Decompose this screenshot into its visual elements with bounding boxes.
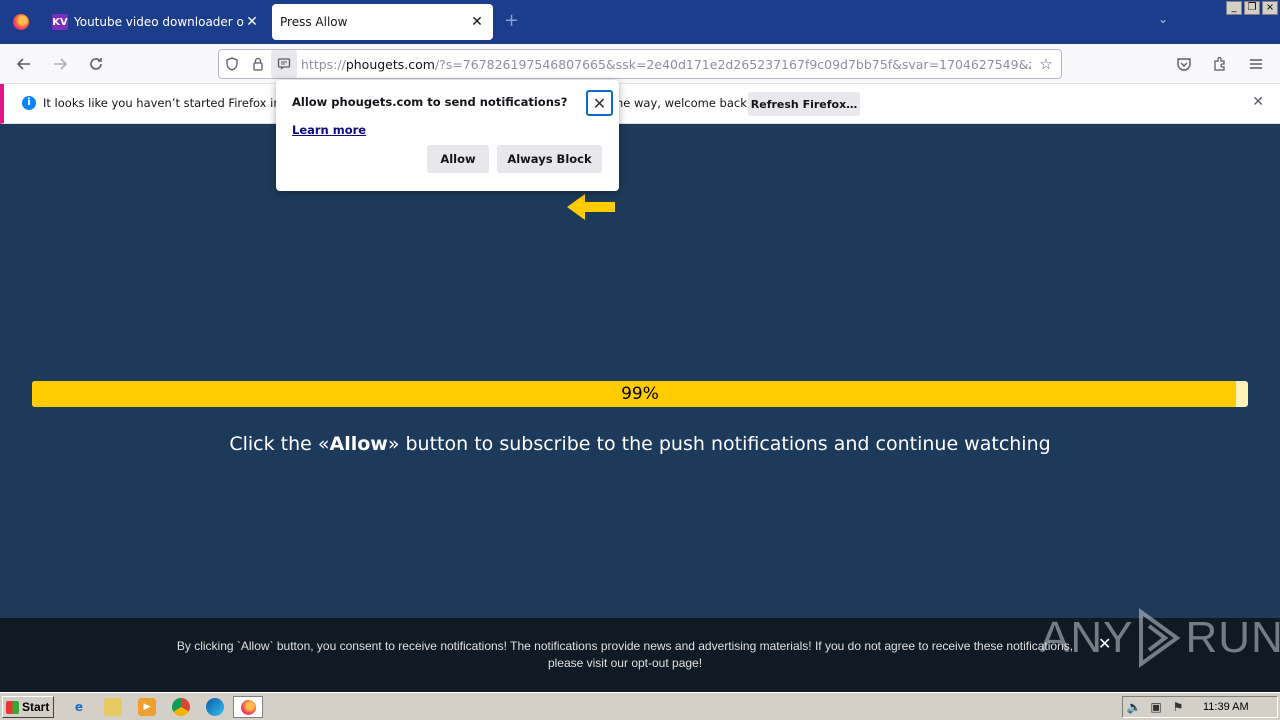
tab-press-allow[interactable]: Press Allow ✕ bbox=[272, 4, 493, 40]
edge-icon[interactable] bbox=[206, 698, 224, 716]
page-content: 99% Click the «Allow» button to subscrib… bbox=[0, 124, 1280, 618]
tab-close-icon[interactable]: ✕ bbox=[244, 14, 260, 30]
start-button[interactable]: Start bbox=[2, 696, 54, 718]
notification-permission-icon[interactable] bbox=[271, 50, 297, 78]
close-popup-icon[interactable]: ✕ bbox=[586, 90, 613, 116]
progress-percent: 99% bbox=[621, 384, 659, 404]
network-icon[interactable]: ▣ bbox=[1145, 700, 1167, 714]
progress-bar: 99% bbox=[32, 381, 1248, 407]
new-tab-icon[interactable]: + bbox=[504, 10, 519, 31]
tab-strip: KV Youtube video downloader online. ✕ Pr… bbox=[0, 0, 1280, 44]
navigation-toolbar: https://phougets.com/?s=7678261975468076… bbox=[0, 44, 1280, 84]
allow-button[interactable]: Allow bbox=[427, 145, 489, 173]
headline-pre: Click the « bbox=[229, 433, 330, 455]
tracking-shield-icon[interactable] bbox=[219, 50, 245, 78]
notification-message-end: ne way, welcome back! bbox=[616, 96, 752, 110]
firefox-menu-icon[interactable] bbox=[0, 0, 42, 44]
notification-permission-popup: Allow phougets.com to send notifications… bbox=[276, 80, 619, 191]
tab-close-icon[interactable]: ✕ bbox=[469, 14, 485, 30]
headline-allow: Allow bbox=[329, 433, 388, 455]
tab-title: Press Allow bbox=[280, 15, 348, 29]
always-block-button[interactable]: Always Block bbox=[497, 145, 602, 173]
url-domain: phougets.com bbox=[345, 56, 435, 72]
chrome-icon[interactable] bbox=[172, 698, 190, 716]
consent-message: By clicking `Allow` button, you consent … bbox=[176, 639, 1074, 670]
headline-post: » button to subscribe to the push notifi… bbox=[387, 433, 1051, 455]
watermark-left: ANY bbox=[1040, 613, 1134, 662]
tab-title: Youtube video downloader online. bbox=[74, 15, 244, 29]
lock-icon[interactable] bbox=[245, 50, 271, 78]
windows-taskbar: Start e ▶ 🔈 ▣ ⚑ 11:39 AM bbox=[0, 692, 1280, 720]
watermark-right: RUN bbox=[1185, 613, 1280, 662]
close-window-button[interactable]: × bbox=[1262, 1, 1278, 15]
forward-arrow-icon[interactable] bbox=[48, 52, 72, 76]
hamburger-menu-icon[interactable] bbox=[1244, 52, 1268, 76]
action-center-flag-icon[interactable]: ⚑ bbox=[1167, 700, 1189, 714]
opt-out-link[interactable]: opt-out page! bbox=[631, 656, 702, 670]
restore-button[interactable]: ❐ bbox=[1244, 1, 1260, 15]
kv-favicon-icon: KV bbox=[52, 14, 68, 30]
tab-youtube-downloader[interactable]: KV Youtube video downloader online. ✕ bbox=[44, 4, 268, 40]
list-all-tabs-icon[interactable]: ⌄ bbox=[1158, 12, 1168, 26]
ie-icon[interactable]: e bbox=[70, 698, 88, 716]
system-tray: 🔈 ▣ ⚑ 11:39 AM bbox=[1122, 696, 1278, 718]
clock: 11:39 AM bbox=[1203, 701, 1249, 713]
page-headline: Click the «Allow» button to subscribe to… bbox=[0, 433, 1280, 455]
firefox-taskbar-button[interactable] bbox=[233, 696, 263, 718]
anyrun-watermark: ANY RUN bbox=[1040, 608, 1280, 668]
bookmark-star-icon[interactable]: ☆ bbox=[1031, 55, 1061, 73]
windows-logo-icon bbox=[6, 700, 19, 714]
extensions-icon[interactable] bbox=[1208, 52, 1232, 76]
volume-icon[interactable]: 🔈 bbox=[1123, 700, 1145, 714]
window-controls: _ ❐ × bbox=[1226, 1, 1278, 15]
reload-icon[interactable] bbox=[84, 52, 108, 76]
pocket-icon[interactable] bbox=[1172, 52, 1196, 76]
start-label: Start bbox=[22, 700, 50, 714]
folder-icon[interactable] bbox=[104, 698, 122, 716]
url-scheme: https:// bbox=[301, 56, 346, 72]
info-icon: i bbox=[22, 96, 36, 110]
play-icon bbox=[1139, 608, 1181, 668]
media-player-icon[interactable]: ▶ bbox=[138, 698, 156, 716]
url-text[interactable]: https://phougets.com/?s=7678261975468076… bbox=[297, 57, 1031, 72]
back-arrow-icon[interactable] bbox=[12, 52, 36, 76]
close-notification-icon[interactable]: ✕ bbox=[1252, 94, 1264, 110]
url-path: /?s=767826197546807665&ssk=2e40d171e2d26… bbox=[434, 56, 1031, 72]
refresh-firefox-button[interactable]: Refresh Firefox… bbox=[748, 92, 860, 116]
url-bar[interactable]: https://phougets.com/?s=7678261975468076… bbox=[218, 49, 1062, 79]
arrow-left-icon bbox=[567, 194, 615, 220]
consent-text: By clicking `Allow` button, you consent … bbox=[160, 638, 1090, 672]
permission-question: Allow phougets.com to send notifications… bbox=[292, 95, 568, 109]
minimize-button[interactable]: _ bbox=[1226, 1, 1242, 15]
learn-more-link[interactable]: Learn more bbox=[292, 123, 366, 137]
refresh-firefox-notification: i It looks like you haven’t started Fire… bbox=[0, 84, 1280, 124]
